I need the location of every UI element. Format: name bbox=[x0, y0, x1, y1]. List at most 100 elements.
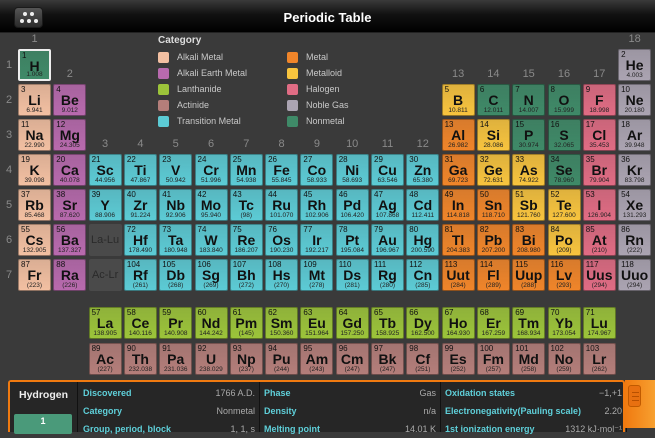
element-cell-fe[interactable]: 26 Fe 55.845 bbox=[265, 154, 299, 186]
element-cell-in[interactable]: 49 In 114.818 bbox=[441, 189, 475, 221]
element-cell-i[interactable]: 53 I 126.904 bbox=[582, 189, 616, 221]
element-cell-b[interactable]: 5 B 10.811 bbox=[441, 84, 475, 116]
element-cell-pd[interactable]: 46 Pd 106.420 bbox=[335, 189, 369, 221]
element-cell-la[interactable]: 57 La 138.905 bbox=[88, 307, 122, 339]
element-cell-y[interactable]: 39 Y 88.906 bbox=[88, 189, 122, 221]
element-cell-v[interactable]: 23 V 50.942 bbox=[159, 154, 193, 186]
element-cell-bk[interactable]: 97 Bk (247) bbox=[371, 343, 404, 375]
element-cell-ca[interactable]: 20 Ca 40.078 bbox=[53, 154, 87, 186]
element-cell-u[interactable]: 92 U 238.029 bbox=[194, 343, 228, 375]
element-cell-ag[interactable]: 47 Ag 107.868 bbox=[371, 189, 404, 221]
element-cell-ir[interactable]: 77 Ir 192.217 bbox=[300, 224, 334, 256]
element-cell-he[interactable]: 2 He 4.003 bbox=[618, 49, 652, 81]
element-cell-li[interactable]: 3 Li 6.941 bbox=[18, 84, 51, 116]
element-cell-ti[interactable]: 22 Ti 47.867 bbox=[123, 154, 157, 186]
element-cell-be[interactable]: 4 Be 9.012 bbox=[53, 84, 87, 116]
element-cell-ds[interactable]: 110 Ds (281) bbox=[335, 259, 369, 291]
element-cell-ta[interactable]: 73 Ta 180.948 bbox=[159, 224, 193, 256]
element-cell-rf[interactable]: 104 Rf (261) bbox=[123, 259, 157, 291]
element-cell-tm[interactable]: 69 Tm 168.934 bbox=[512, 307, 546, 339]
element-cell-pb[interactable]: 82 Pb 207.200 bbox=[476, 224, 510, 256]
element-cell-pu[interactable]: 94 Pu (244) bbox=[265, 343, 299, 375]
element-cell-xe[interactable]: 54 Xe 131.293 bbox=[618, 189, 652, 221]
element-cell-si[interactable]: 14 Si 28.086 bbox=[476, 119, 510, 151]
element-cell-kr[interactable]: 36 Kr 83.798 bbox=[618, 154, 652, 186]
element-cell-mt[interactable]: 109 Mt (278) bbox=[300, 259, 334, 291]
element-cell-yb[interactable]: 70 Yb 173.054 bbox=[547, 307, 581, 339]
element-cell-md[interactable]: 101 Md (258) bbox=[512, 343, 546, 375]
selected-element-tile[interactable]: 1 bbox=[14, 414, 72, 434]
element-cell-am[interactable]: 95 Am (243) bbox=[300, 343, 334, 375]
element-cell-ni[interactable]: 28 Ni 58.693 bbox=[335, 154, 369, 186]
element-cell-mo[interactable]: 42 Mo 95.940 bbox=[194, 189, 228, 221]
element-cell-uut[interactable]: 113 Uut (284) bbox=[441, 259, 475, 291]
element-cell-gd[interactable]: 64 Gd 157.250 bbox=[335, 307, 369, 339]
element-cell-sc[interactable]: 21 Sc 44.956 bbox=[88, 154, 122, 186]
element-cell-th[interactable]: 90 Th 232.038 bbox=[123, 343, 157, 375]
element-cell-pa[interactable]: 91 Pa 231.036 bbox=[159, 343, 193, 375]
element-cell-fm[interactable]: 100 Fm (257) bbox=[476, 343, 510, 375]
element-cell-s[interactable]: 16 S 32.065 bbox=[547, 119, 581, 151]
element-cell-pm[interactable]: 61 Pm (145) bbox=[229, 307, 263, 339]
element-cell-br[interactable]: 35 Br 79.904 bbox=[582, 154, 616, 186]
panel-drag-handle[interactable] bbox=[628, 385, 641, 407]
element-cell-nb[interactable]: 41 Nb 92.906 bbox=[159, 189, 193, 221]
element-cell-hs[interactable]: 108 Hs (270) bbox=[265, 259, 299, 291]
element-cell-ar[interactable]: 18 Ar 39.948 bbox=[618, 119, 652, 151]
element-cell-hf[interactable]: 72 Hf 178.490 bbox=[123, 224, 157, 256]
element-cell-sb[interactable]: 51 Sb 121.760 bbox=[512, 189, 546, 221]
element-cell-rn[interactable]: 86 Rn (222) bbox=[618, 224, 652, 256]
element-cell-tb[interactable]: 65 Tb 158.925 bbox=[371, 307, 404, 339]
element-cell-na[interactable]: 11 Na 22.990 bbox=[18, 119, 51, 151]
element-cell-tl[interactable]: 81 Tl 204.383 bbox=[441, 224, 475, 256]
element-cell-pr[interactable]: 59 Pr 140.908 bbox=[159, 307, 193, 339]
element-cell-no[interactable]: 102 No (259) bbox=[547, 343, 581, 375]
element-cell-sm[interactable]: 62 Sm 150.360 bbox=[265, 307, 299, 339]
element-cell-sn[interactable]: 50 Sn 118.710 bbox=[476, 189, 510, 221]
element-cell-cl[interactable]: 17 Cl 35.453 bbox=[582, 119, 616, 151]
element-cell-ge[interactable]: 32 Ge 72.631 bbox=[476, 154, 510, 186]
element-cell-tc[interactable]: 43 Tc (98) bbox=[229, 189, 263, 221]
element-cell-lr[interactable]: 103 Lr (262) bbox=[582, 343, 616, 375]
element-cell-re[interactable]: 75 Re 186.207 bbox=[229, 224, 263, 256]
element-cell-ba[interactable]: 56 Ba 137.327 bbox=[53, 224, 87, 256]
element-cell-cf[interactable]: 98 Cf (251) bbox=[406, 343, 440, 375]
element-cell-es[interactable]: 99 Es (252) bbox=[441, 343, 475, 375]
element-cell-au[interactable]: 79 Au 196.967 bbox=[371, 224, 404, 256]
element-cell-ac[interactable]: 89 Ac (227) bbox=[88, 343, 122, 375]
element-cell-zn[interactable]: 30 Zn 65.380 bbox=[406, 154, 440, 186]
element-cell-uup[interactable]: 115 Uup (288) bbox=[512, 259, 546, 291]
element-cell-at[interactable]: 85 At (210) bbox=[582, 224, 616, 256]
element-cell-cr[interactable]: 24 Cr 51.996 bbox=[194, 154, 228, 186]
element-cell-mg[interactable]: 12 Mg 24.305 bbox=[53, 119, 87, 151]
element-cell-lv[interactable]: 116 Lv (293) bbox=[547, 259, 581, 291]
element-cell-ce[interactable]: 58 Ce 140.116 bbox=[123, 307, 157, 339]
element-cell-ga[interactable]: 31 Ga 69.723 bbox=[441, 154, 475, 186]
element-cell-ho[interactable]: 67 Ho 164.930 bbox=[441, 307, 475, 339]
element-cell-w[interactable]: 74 W 183.840 bbox=[194, 224, 228, 256]
element-cell-hg[interactable]: 80 Hg 200.590 bbox=[406, 224, 440, 256]
element-cell-cs[interactable]: 55 Cs 132.905 bbox=[18, 224, 51, 256]
element-cell-lu[interactable]: 71 Lu 174.967 bbox=[582, 307, 616, 339]
element-cell-se[interactable]: 34 Se 78.960 bbox=[547, 154, 581, 186]
element-cell-al[interactable]: 13 Al 26.982 bbox=[441, 119, 475, 151]
element-cell-bh[interactable]: 107 Bh (272) bbox=[229, 259, 263, 291]
element-cell-co[interactable]: 27 Co 58.933 bbox=[300, 154, 334, 186]
element-cell-db[interactable]: 105 Db (268) bbox=[159, 259, 193, 291]
element-cell-sg[interactable]: 106 Sg (269) bbox=[194, 259, 228, 291]
element-cell-zr[interactable]: 40 Zr 91.224 bbox=[123, 189, 157, 221]
element-cell-n[interactable]: 7 N 14.007 bbox=[512, 84, 546, 116]
element-cell-f[interactable]: 9 F 18.998 bbox=[582, 84, 616, 116]
element-cell-er[interactable]: 68 Er 167.259 bbox=[476, 307, 510, 339]
element-cell-nd[interactable]: 60 Nd 144.242 bbox=[194, 307, 228, 339]
element-cell-fl[interactable]: 114 Fl (289) bbox=[476, 259, 510, 291]
placeholder-lanthanides[interactable]: La-Lu bbox=[88, 224, 122, 256]
element-cell-dy[interactable]: 66 Dy 162.500 bbox=[406, 307, 440, 339]
element-cell-sr[interactable]: 38 Sr 87.620 bbox=[53, 189, 87, 221]
element-cell-bi[interactable]: 83 Bi 208.980 bbox=[512, 224, 546, 256]
element-cell-pt[interactable]: 78 Pt 195.084 bbox=[335, 224, 369, 256]
element-cell-te[interactable]: 52 Te 127.600 bbox=[547, 189, 581, 221]
element-cell-po[interactable]: 84 Po (209) bbox=[547, 224, 581, 256]
element-cell-cm[interactable]: 96 Cm (247) bbox=[335, 343, 369, 375]
element-cell-os[interactable]: 76 Os 190.230 bbox=[265, 224, 299, 256]
